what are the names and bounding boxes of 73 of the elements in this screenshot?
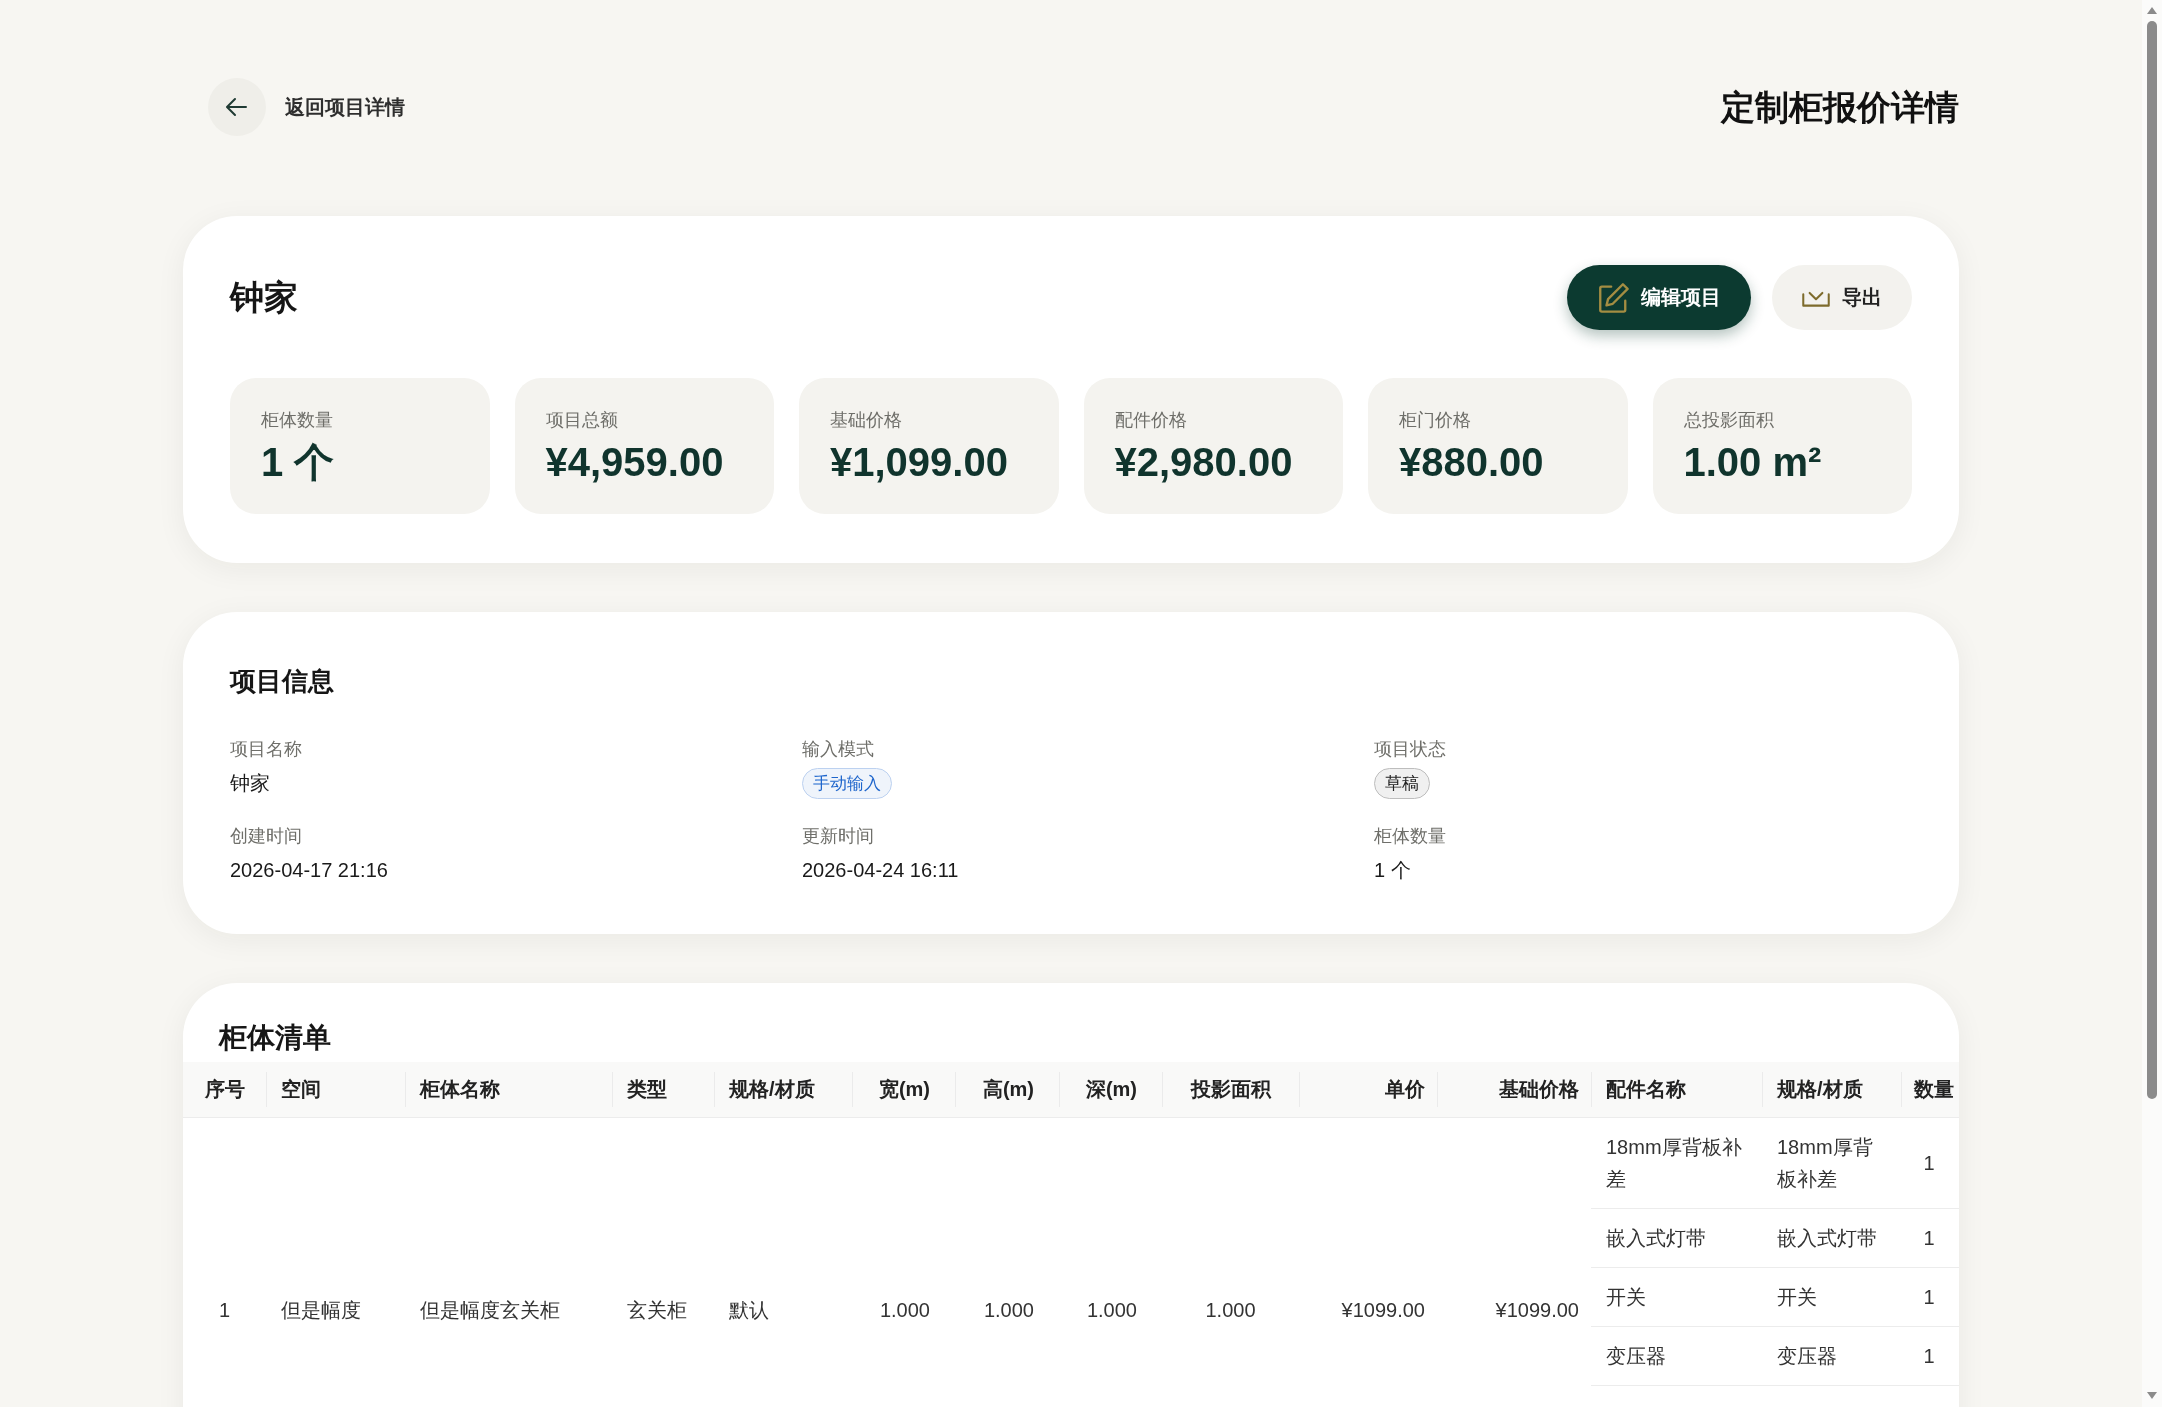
table-cell-text: 1	[1922, 1285, 1936, 1310]
table-cell-text: ¥1099.00	[1494, 1298, 1580, 1323]
field-value: 2026-04-17 21:16	[230, 858, 388, 883]
table-cell-text: 1	[1922, 1151, 1936, 1176]
scroll-down-icon[interactable]	[2147, 1392, 2157, 1399]
table-cell-text: 开关	[1605, 1285, 1647, 1310]
table-cell-text: 1.000	[982, 1298, 1035, 1323]
table-cell-text: 1	[1922, 1226, 1936, 1251]
stat-value: 1.00 m²	[1683, 440, 1822, 484]
table-cell-text: 1	[1922, 1344, 1936, 1369]
stat-value: ¥1,099.00	[830, 440, 1008, 484]
column-header: 单价	[1299, 1062, 1437, 1117]
table-cell-text: ¥1099.00	[1340, 1298, 1426, 1323]
table-cell-text: 嵌入式灯带	[1776, 1226, 1878, 1251]
scroll-up-icon[interactable]	[2147, 7, 2157, 14]
stat-label: 总投影面积	[1683, 409, 1774, 432]
stat-value: ¥4,959.00	[545, 440, 724, 484]
column-header: 宽(m)	[852, 1062, 955, 1117]
table-cell-text: 1.000	[878, 1298, 931, 1323]
column-header: 类型	[612, 1062, 714, 1117]
stat-value: 1 个	[261, 440, 335, 484]
stat-value: ¥880.00	[1399, 440, 1544, 484]
stat-label: 柜体数量	[261, 409, 333, 432]
column-header: 柜体名称	[405, 1062, 612, 1117]
section-title: 柜体清单	[217, 1021, 331, 1055]
table-cell-text: 1.000	[1085, 1298, 1138, 1323]
table-cell-text: 18mm厚背板补差	[1776, 1135, 1874, 1192]
field-value: 钟家	[230, 771, 270, 796]
column-header: 数量	[1901, 1062, 1959, 1117]
scrollbar-thumb[interactable]	[2147, 21, 2157, 1099]
column-header: 配件名称	[1591, 1062, 1762, 1117]
column-header: 基础价格	[1437, 1062, 1591, 1117]
stat-label: 项目总额	[545, 409, 618, 432]
value-tag: 手动输入	[802, 767, 892, 799]
table-cell-text: 变压器	[1605, 1344, 1667, 1369]
section-title: 项目信息	[230, 665, 334, 698]
table-cell-text: 但是幅度玄关柜	[419, 1298, 561, 1323]
field-label: 输入模式	[802, 738, 874, 761]
value-tag: 草稿	[1374, 767, 1430, 799]
column-header: 规格/材质	[714, 1062, 852, 1117]
field-label: 柜体数量	[1374, 825, 1446, 848]
edit-icon	[1599, 282, 1629, 313]
back-link[interactable]: 返回项目详情	[208, 78, 405, 136]
field-label: 创建时间	[230, 825, 302, 848]
table-cell-text: 18mm厚背板补差	[1605, 1135, 1743, 1192]
table-cell-text: 开关	[1776, 1285, 1818, 1310]
column-header: 规格/材质	[1762, 1062, 1901, 1117]
stat-value: ¥2,980.00	[1114, 440, 1293, 484]
page-title: 定制柜报价详情	[1721, 86, 1959, 128]
column-header: 投影面积	[1162, 1062, 1299, 1117]
table-cell-text: 玄关柜	[626, 1298, 688, 1323]
column-header: 空间	[266, 1062, 405, 1117]
field-label: 项目状态	[1374, 738, 1446, 761]
table-cell-text: 1.000	[1204, 1298, 1257, 1323]
export-button[interactable]: 导出	[1772, 265, 1912, 330]
stat-label: 基础价格	[830, 409, 902, 432]
table-cell-text: 默认	[728, 1298, 770, 1323]
table-cell-text: 但是幅度	[280, 1298, 362, 1323]
table-cell-text: 变压器	[1776, 1344, 1838, 1369]
field-label: 项目名称	[230, 738, 302, 761]
field-value: 2026-04-24 16:11	[802, 858, 959, 883]
column-header: 深(m)	[1059, 1062, 1162, 1117]
stat-label: 柜门价格	[1399, 409, 1471, 432]
field-label: 更新时间	[802, 825, 874, 848]
column-header: 序号	[203, 1077, 246, 1102]
table-cell-text: 1	[217, 1298, 232, 1323]
field-value: 1 个	[1374, 858, 1411, 883]
stat-label: 配件价格	[1114, 409, 1187, 432]
edit-button[interactable]: 编辑项目	[1567, 265, 1751, 330]
scrollbar-track[interactable]	[2142, 0, 2162, 1407]
project-name: 钟家	[230, 277, 298, 318]
table-cell-text: 嵌入式灯带	[1605, 1226, 1707, 1251]
column-header: 高(m)	[955, 1062, 1059, 1117]
